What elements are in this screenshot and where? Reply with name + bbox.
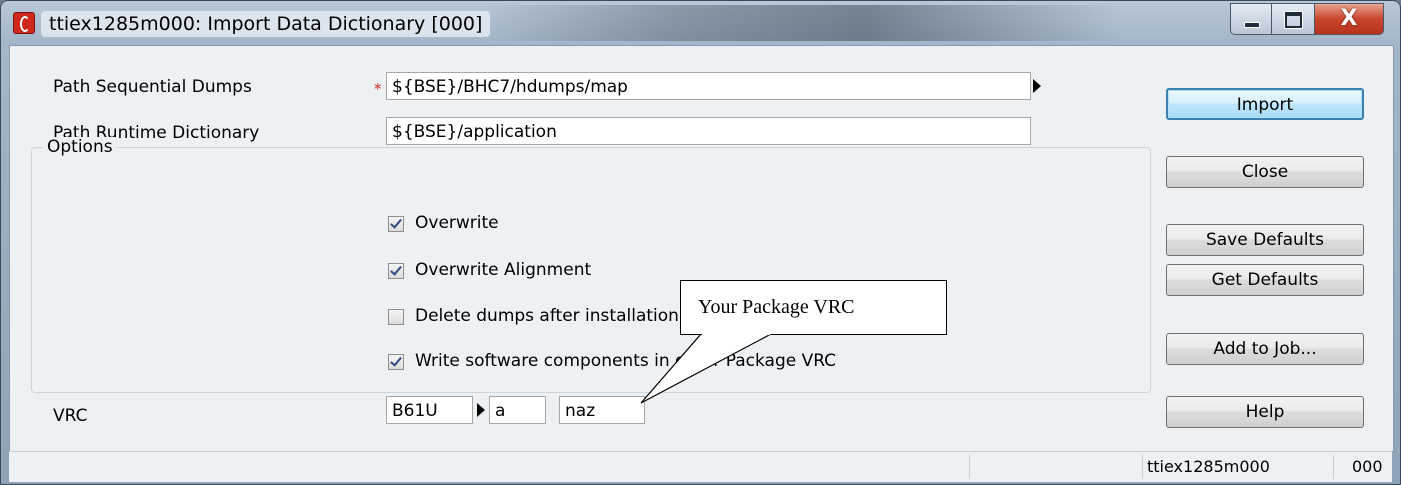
callout-pointer-cover (702, 333, 770, 335)
application-window: ttiex1285m000: Import Data Dictionary [0… (0, 0, 1401, 485)
